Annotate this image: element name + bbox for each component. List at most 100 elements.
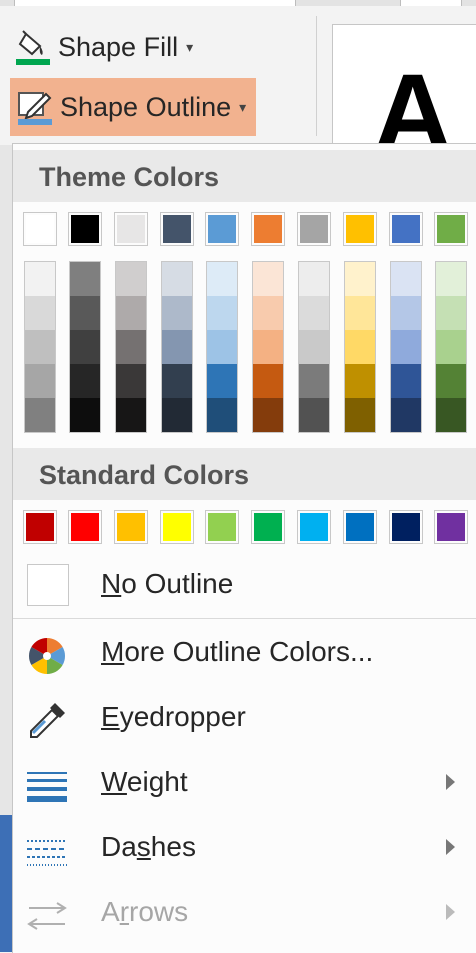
standard-color-swatch[interactable] (434, 510, 468, 544)
no-outline-item[interactable]: No Outline (13, 556, 476, 616)
theme-color-swatch[interactable] (389, 212, 423, 246)
theme-shade-swatch[interactable] (436, 330, 466, 364)
theme-shade-swatch[interactable] (207, 398, 237, 432)
theme-shade-swatch[interactable] (162, 296, 192, 330)
document-edge-accent (0, 815, 12, 952)
theme-shade-swatch[interactable] (207, 364, 237, 398)
theme-color-swatch[interactable] (205, 212, 239, 246)
theme-shade-swatch[interactable] (345, 330, 375, 364)
standard-color-swatch[interactable] (160, 510, 194, 544)
dashes-icon (25, 829, 69, 873)
theme-shade-swatch[interactable] (391, 262, 421, 296)
theme-shade-swatch[interactable] (25, 296, 55, 330)
theme-shade-swatch[interactable] (70, 330, 100, 364)
theme-shade-swatch[interactable] (253, 262, 283, 296)
theme-shade-swatch[interactable] (116, 330, 146, 364)
theme-shade-swatch[interactable] (207, 296, 237, 330)
theme-shade-swatch[interactable] (162, 262, 192, 296)
standard-colors-header: Standard Colors (13, 448, 476, 500)
ribbon-tab-edge-right (400, 0, 462, 6)
standard-color-swatch[interactable] (68, 510, 102, 544)
arrows-item[interactable]: Arrows (13, 884, 476, 944)
theme-shade-swatch[interactable] (116, 296, 146, 330)
theme-shade-swatch[interactable] (25, 262, 55, 296)
theme-shade-swatch[interactable] (299, 330, 329, 364)
eyedropper-item[interactable]: Eyedropper (13, 689, 476, 749)
theme-shade-column (69, 261, 101, 433)
theme-shade-swatch[interactable] (70, 364, 100, 398)
theme-shade-swatch[interactable] (207, 330, 237, 364)
theme-shade-swatch[interactable] (253, 398, 283, 432)
theme-shade-column (344, 261, 376, 433)
theme-shade-swatch[interactable] (162, 398, 192, 432)
standard-color-swatch[interactable] (205, 510, 239, 544)
theme-shade-swatch[interactable] (207, 262, 237, 296)
theme-color-swatch[interactable] (343, 212, 377, 246)
standard-color-swatch[interactable] (114, 510, 148, 544)
theme-shade-swatch[interactable] (391, 330, 421, 364)
standard-color-swatch[interactable] (23, 510, 57, 544)
eyedropper-mnemonic: E (101, 701, 120, 732)
ribbon-tab-edge (14, 0, 296, 6)
no-color-swatch-icon (27, 564, 69, 606)
theme-shade-swatch[interactable] (436, 296, 466, 330)
theme-shade-column (435, 261, 467, 433)
theme-shade-swatch[interactable] (116, 364, 146, 398)
theme-shade-swatch[interactable] (345, 398, 375, 432)
shape-fill-button[interactable]: Shape Fill ▾ (14, 24, 207, 70)
shape-fill-label: Shape Fill (58, 31, 179, 62)
eyedropper-label: yedropper (119, 701, 246, 732)
shape-outline-button[interactable]: Shape Outline ▾ (10, 78, 257, 136)
theme-shade-column (24, 261, 56, 433)
more-outline-colors-item[interactable]: More Outline Colors... (13, 624, 476, 684)
theme-shade-swatch[interactable] (436, 398, 466, 432)
eyedropper-icon (25, 699, 69, 743)
theme-shade-swatch[interactable] (253, 296, 283, 330)
theme-shade-column (206, 261, 238, 433)
theme-shade-swatch[interactable] (70, 262, 100, 296)
dashes-item[interactable]: Dashes (13, 819, 476, 879)
weight-item[interactable]: Weight (13, 754, 476, 814)
theme-shade-swatch[interactable] (25, 398, 55, 432)
theme-shade-swatch[interactable] (299, 262, 329, 296)
theme-color-swatch[interactable] (160, 212, 194, 246)
chevron-down-icon: ▾ (239, 98, 247, 115)
standard-color-swatch[interactable] (251, 510, 285, 544)
theme-color-swatch[interactable] (251, 212, 285, 246)
standard-color-swatch[interactable] (297, 510, 331, 544)
theme-shade-swatch[interactable] (391, 398, 421, 432)
theme-shade-swatch[interactable] (25, 330, 55, 364)
theme-color-swatch[interactable] (23, 212, 57, 246)
theme-shade-swatch[interactable] (391, 364, 421, 398)
theme-shade-swatch[interactable] (345, 262, 375, 296)
theme-shade-swatch[interactable] (25, 364, 55, 398)
theme-color-swatch[interactable] (68, 212, 102, 246)
theme-shade-swatch[interactable] (436, 364, 466, 398)
wordart-style-preview[interactable]: A (332, 24, 476, 169)
theme-shade-swatch[interactable] (70, 296, 100, 330)
theme-shade-swatch[interactable] (391, 296, 421, 330)
theme-shade-swatch[interactable] (253, 364, 283, 398)
theme-color-swatch[interactable] (114, 212, 148, 246)
theme-shade-swatch[interactable] (116, 398, 146, 432)
theme-shade-swatch[interactable] (345, 296, 375, 330)
theme-shade-swatch[interactable] (253, 330, 283, 364)
theme-shade-swatch[interactable] (436, 262, 466, 296)
theme-shade-swatch[interactable] (162, 330, 192, 364)
theme-shade-swatch[interactable] (299, 398, 329, 432)
theme-shade-swatch[interactable] (70, 398, 100, 432)
theme-color-swatch[interactable] (434, 212, 468, 246)
document-edge (0, 145, 12, 952)
theme-shade-swatch[interactable] (116, 262, 146, 296)
theme-color-swatch[interactable] (297, 212, 331, 246)
theme-shade-swatch[interactable] (162, 364, 192, 398)
theme-shade-swatch[interactable] (299, 364, 329, 398)
standard-color-swatch[interactable] (389, 510, 423, 544)
standard-color-swatch[interactable] (343, 510, 377, 544)
theme-colors-title: Theme Colors (39, 162, 220, 192)
arrows-icon (25, 894, 69, 938)
color-wheel-icon (25, 634, 69, 678)
theme-shade-swatch[interactable] (345, 364, 375, 398)
dashes-label: hes (150, 831, 196, 862)
theme-shade-swatch[interactable] (299, 296, 329, 330)
